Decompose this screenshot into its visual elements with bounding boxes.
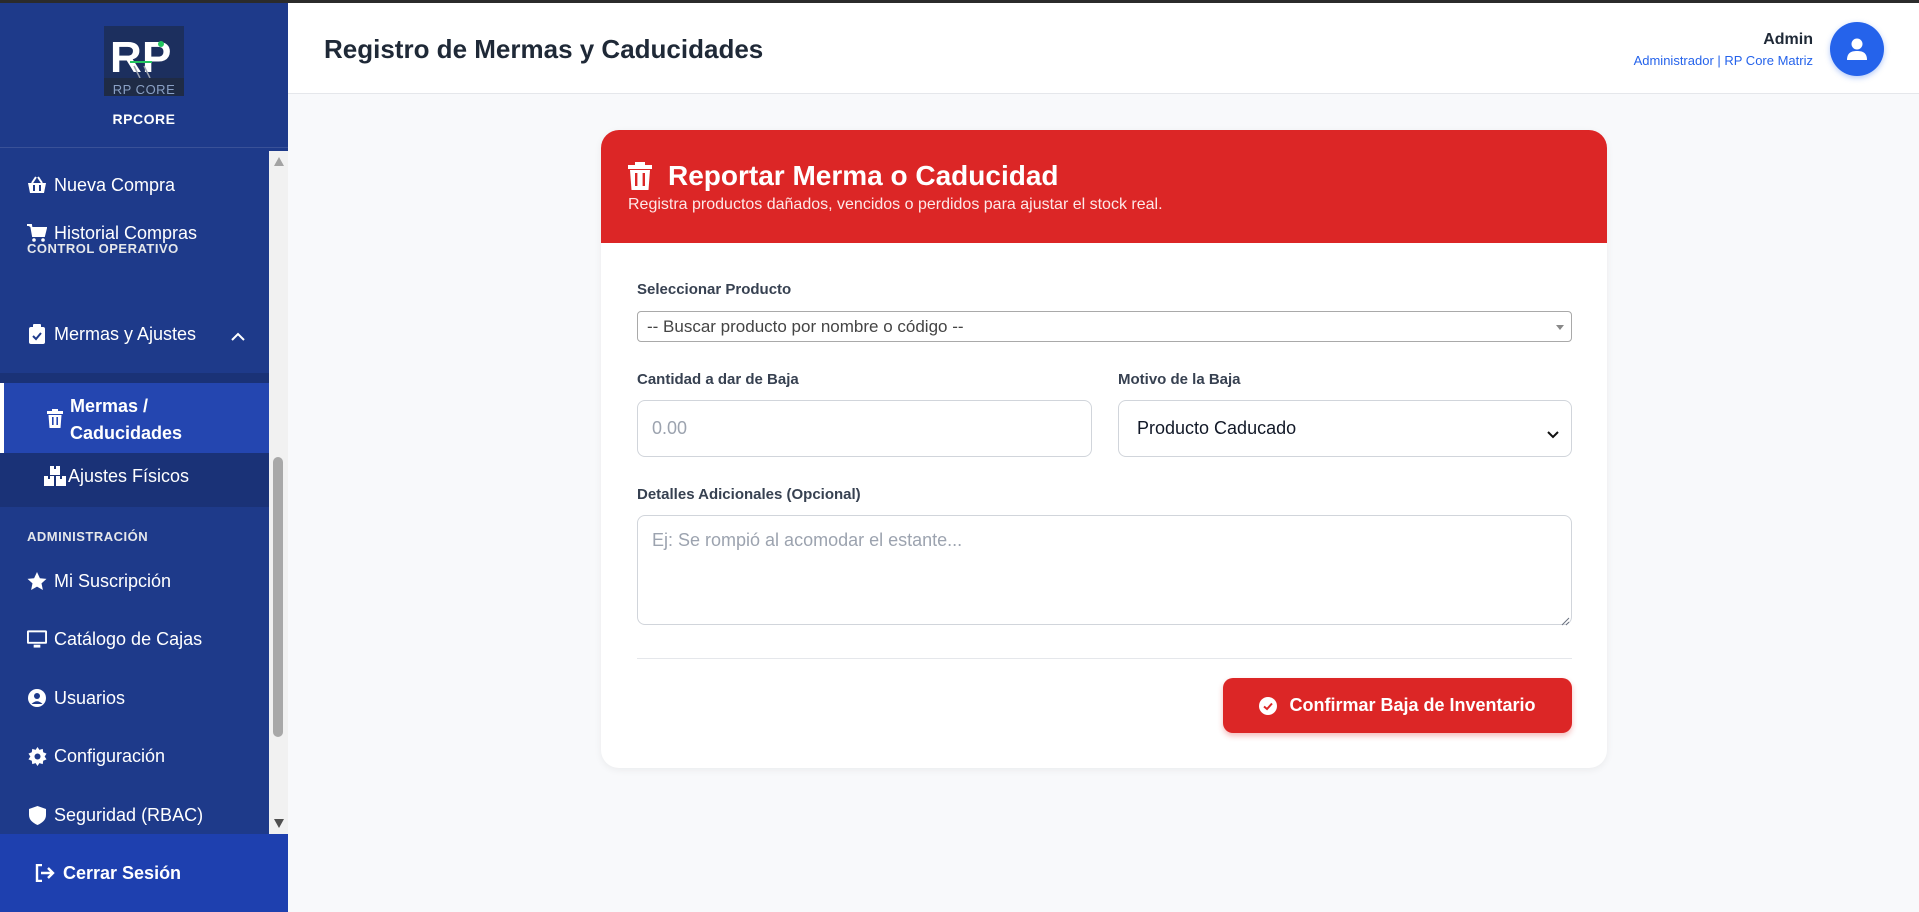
details-textarea[interactable]	[637, 515, 1572, 625]
sidebar-item-label: Ajustes Físicos	[68, 465, 190, 486]
sidebar-scrollbar[interactable]	[269, 151, 288, 834]
quantity-input[interactable]	[637, 400, 1092, 457]
trash-icon	[47, 409, 63, 433]
monitor-icon	[27, 629, 47, 649]
product-label: Seleccionar Producto	[637, 281, 792, 298]
window-top-border	[0, 0, 1919, 3]
sidebar-item-nueva-compra[interactable]: Nueva Compra	[0, 161, 269, 209]
reason-select[interactable]: Producto Caducado	[1118, 400, 1572, 457]
sidebar-item-catalogo-cajas[interactable]: Catálogo de Cajas	[0, 615, 269, 663]
product-select-placeholder: -- Buscar producto por nombre o código -…	[647, 316, 964, 336]
svg-text:P: P	[142, 33, 171, 82]
reason-label: Motivo de la Baja	[1118, 371, 1241, 388]
trash-icon	[628, 162, 652, 195]
sidebar: R P RP CORE RPCORE Nueva Compra Historia…	[0, 3, 288, 912]
sidebar-item-mi-suscripcion[interactable]: Mi Suscripción	[0, 557, 269, 605]
sidebar-item-label: Mermas y Ajustes	[54, 323, 197, 344]
basket-icon	[27, 175, 47, 195]
sidebar-item-label: Nueva Compra	[54, 174, 176, 195]
logo-subtext: RP CORE	[112, 82, 176, 97]
logout-button[interactable]: Cerrar Sesión	[0, 834, 288, 912]
subitem-label: Mermas / Caducidades	[70, 393, 182, 447]
sidebar-item-label: Configuración	[54, 745, 166, 766]
sidebar-item-seguridad[interactable]: Seguridad (RBAC)	[0, 791, 269, 834]
brand-name: RPCORE	[112, 111, 176, 127]
card-title: Reportar Merma o Caducidad	[668, 160, 1059, 191]
quantity-label: Cantidad a dar de Baja	[637, 371, 799, 388]
section-header-control-operativo: CONTROL OPERATIVO	[27, 241, 179, 256]
card-subtitle: Registra productos dañados, vencidos o p…	[628, 196, 1163, 213]
sidebar-item-label: Seguridad (RBAC)	[54, 804, 204, 825]
card-header: Reportar Merma o Caducidad Registra prod…	[601, 130, 1607, 243]
svg-text:R: R	[110, 33, 142, 82]
chevron-down-icon	[1547, 423, 1559, 444]
details-label: Detalles Adicionales (Opcional)	[637, 486, 861, 503]
confirm-button-label: Confirmar Baja de Inventario	[1289, 695, 1536, 715]
sidebar-group-mermas-ajustes[interactable]: Mermas y Ajustes	[0, 310, 269, 358]
sidebar-subitem-ajustes-fisicos[interactable]: Ajustes Físicos	[0, 453, 269, 499]
submenu-mermas: Mermas / Caducidades Ajustes Físicos	[0, 373, 269, 507]
sidebar-subitem-mermas-caducidades[interactable]: Mermas / Caducidades	[0, 383, 269, 453]
subitem-label-line2: Caducidades	[70, 423, 183, 443]
boxes-icon	[44, 466, 66, 486]
star-icon	[27, 571, 47, 591]
confirm-baja-button[interactable]: Confirmar Baja de Inventario	[1223, 678, 1572, 733]
clipboard-check-icon	[27, 324, 47, 344]
form-divider	[637, 658, 1572, 659]
sidebar-item-usuarios[interactable]: Usuarios	[0, 674, 269, 722]
chevron-up-icon	[231, 325, 245, 346]
sidebar-item-label: Catálogo de Cajas	[54, 628, 203, 649]
user-icon	[1847, 38, 1867, 60]
logout-label: Cerrar Sesión	[63, 862, 182, 883]
user-role: Administrador | RP Core Matriz	[1633, 53, 1813, 68]
shield-icon	[27, 805, 47, 825]
section-header-administracion: ADMINISTRACIÓN	[27, 529, 149, 544]
gear-icon	[27, 746, 47, 766]
sign-out-icon	[35, 864, 55, 882]
scroll-down-arrow-icon[interactable]	[274, 819, 284, 828]
sidebar-brand: R P RP CORE RPCORE	[0, 3, 288, 148]
page-title: Registro de Mermas y Caducidades	[324, 34, 764, 64]
check-circle-icon	[1259, 696, 1278, 715]
scrollbar-thumb[interactable]	[273, 457, 283, 737]
sidebar-nav: Nueva Compra Historial Compras CONTROL O…	[0, 151, 269, 834]
user-name: Admin	[1763, 31, 1813, 48]
sidebar-item-configuracion[interactable]: Configuración	[0, 732, 269, 780]
user-avatar[interactable]	[1830, 22, 1884, 76]
merma-form-card: Reportar Merma o Caducidad Registra prod…	[601, 130, 1607, 768]
reason-selected-value: Producto Caducado	[1137, 418, 1297, 438]
sidebar-item-label: Mi Suscripción	[54, 570, 172, 591]
dropdown-arrow-icon	[1556, 325, 1564, 330]
resize-grip-icon[interactable]	[1561, 613, 1570, 631]
product-search-select[interactable]: -- Buscar producto por nombre o código -…	[637, 311, 1572, 342]
subitem-label-line1: Mermas /	[70, 396, 149, 416]
top-header: Registro de Mermas y Caducidades Admin A…	[288, 3, 1919, 94]
user-circle-icon	[27, 688, 47, 708]
sidebar-item-label: Usuarios	[54, 687, 126, 708]
cart-icon	[27, 223, 47, 243]
scroll-up-arrow-icon[interactable]	[274, 157, 284, 166]
